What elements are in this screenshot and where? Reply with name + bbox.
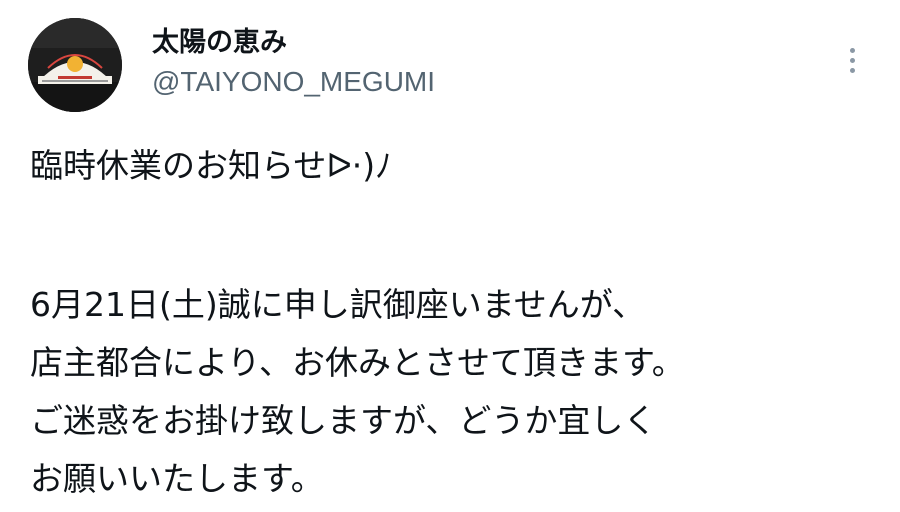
avatar[interactable] <box>28 18 122 112</box>
display-name[interactable]: 太陽の恵み <box>152 26 435 60</box>
user-handle[interactable]: @TAIYONO_MEGUMI <box>152 64 435 100</box>
tweet-line-1: 6月21日(土)誠に申し訳御座いませんが、 <box>30 285 646 324</box>
tweet-line-3: ご迷惑をお掛け致しますが、どうか宜しく <box>30 401 657 440</box>
user-info: 太陽の恵み @TAIYONO_MEGUMI <box>152 26 435 100</box>
more-vertical-icon <box>849 57 855 63</box>
tweet-heading: 臨時休業のお知らせᐅ·)ﾉ <box>30 146 392 185</box>
tweet-header: 太陽の恵み @TAIYONO_MEGUMI <box>28 18 872 112</box>
more-vertical-icon <box>849 47 855 53</box>
shop-sign-avatar-icon <box>28 18 122 112</box>
tweet-line-2: 店主都合により、お休みとさせて頂きます。 <box>30 343 685 382</box>
more-vertical-icon <box>849 67 855 73</box>
more-options-button[interactable] <box>832 40 872 80</box>
tweet-text: 臨時休業のお知らせᐅ·)ﾉ 6月21日(土)誠に申し訳御座いませんが、 店主都合… <box>30 140 870 511</box>
tweet-line-4: お願いいたします。 <box>30 459 324 498</box>
